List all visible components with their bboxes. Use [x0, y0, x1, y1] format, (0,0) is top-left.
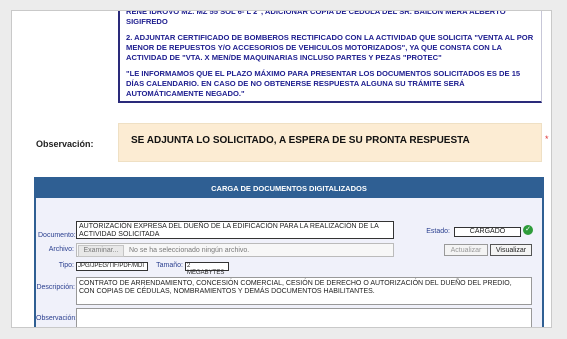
- estado-field: CARGADO: [454, 227, 521, 237]
- tipo-label: Tipo:: [58, 262, 74, 269]
- descripcion-label: Descripción:: [36, 284, 75, 291]
- estado-label: Estado:: [426, 228, 450, 235]
- upload-panel: CARGA DE DOCUMENTOS DIGITALIZADOS Docume…: [34, 177, 544, 327]
- actualizar-button[interactable]: Actualizar: [444, 244, 488, 256]
- no-file-text: No se ha seleccionado ningún archivo.: [129, 247, 250, 254]
- required-mark: *: [545, 134, 549, 144]
- tamano-field: 2 MEGABYTES: [185, 262, 229, 276]
- visualizar-button[interactable]: Visualizar: [490, 244, 532, 256]
- documento-field[interactable]: AUTORIZACIÓN EXPRESA DEL DUEÑO DE LA EDI…: [76, 221, 394, 239]
- archivo-label: Archivo:: [48, 246, 74, 253]
- notice-line-2: 2. ADJUNTAR CERTIFICADO DE BOMBEROS RECT…: [126, 33, 534, 62]
- tamano-label: Tamaño:: [156, 262, 183, 269]
- documento-label: Documento:: [38, 232, 76, 239]
- observacion-panel-field[interactable]: [76, 308, 532, 327]
- page-frame: RENE IDROVO MZ. MZ 55 SOL 6- L 2", ADICI…: [11, 10, 552, 328]
- notice-line-1: RENE IDROVO MZ. MZ 55 SOL 6- L 2", ADICI…: [126, 10, 506, 26]
- upload-panel-body: Documento: AUTORIZACIÓN EXPRESA DEL DUEÑ…: [36, 198, 542, 327]
- check-circle-icon: ✓: [523, 225, 533, 235]
- descripcion-field: CONTRATO DE ARRENDAMIENTO, CONCESIÓN COM…: [76, 277, 532, 305]
- notice-line-3: "LE INFORMAMOS QUE EL PLAZO MÁXIMO PARA …: [126, 69, 521, 98]
- observation-field[interactable]: SE ADJUNTA LO SOLICITADO, A ESPERA DE SU…: [118, 123, 542, 162]
- upload-panel-title: CARGA DE DOCUMENTOS DIGITALIZADOS: [36, 179, 542, 198]
- observation-text: SE ADJUNTA LO SOLICITADO, A ESPERA DE SU…: [131, 135, 470, 146]
- file-input[interactable]: Examinar... No se ha seleccionado ningún…: [76, 243, 394, 257]
- observation-label: Observación:: [36, 139, 94, 149]
- tipo-field: JPG/JPEG/TIF/PDF/MDI: [76, 262, 148, 271]
- observacion-panel-label: Observación:: [36, 315, 78, 322]
- requirements-notice: RENE IDROVO MZ. MZ 55 SOL 6- L 2", ADICI…: [118, 11, 542, 103]
- browse-button[interactable]: Examinar...: [78, 245, 124, 257]
